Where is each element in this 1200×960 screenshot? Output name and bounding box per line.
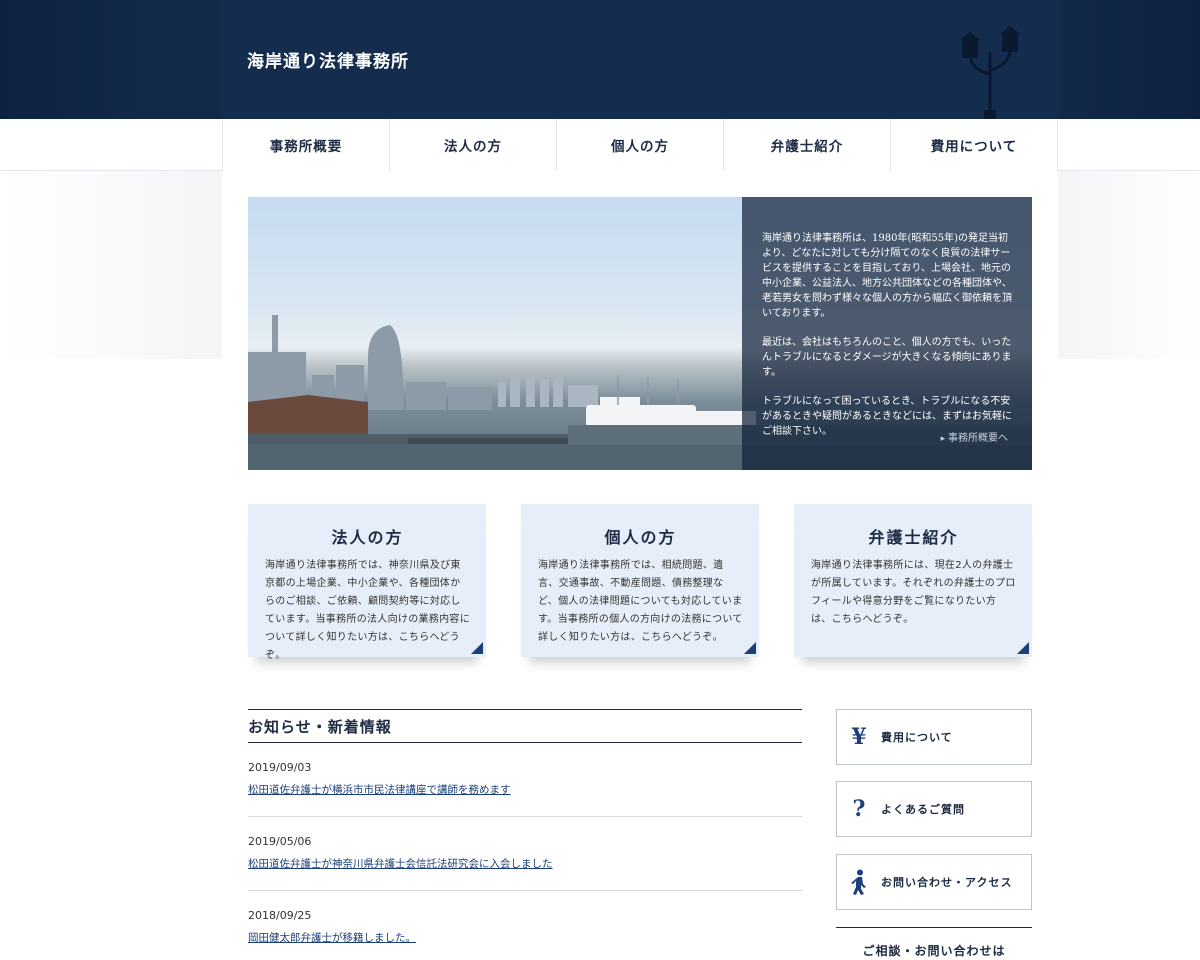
contact-access-label: お問い合わせ・アクセス <box>881 876 1013 889</box>
hero-message-panel: 海岸通り法律事務所は、1980年(昭和55年)の発足当初より、どなたに対しても分… <box>742 197 1032 470</box>
news-link[interactable]: 岡田健太郎弁護士が移籍しました。 <box>248 932 416 944</box>
news-item: 2018/09/25 岡田健太郎弁護士が移籍しました。 <box>248 891 802 960</box>
news-link[interactable]: 松田道佐弁護士が神奈川県弁護士会信託法研究会に入会しました <box>248 858 553 870</box>
hero-message: 海岸通り法律事務所は、1980年(昭和55年)の発足当初より、どなたに対しても分… <box>762 231 1012 439</box>
card-title: 法人の方 <box>331 528 404 547</box>
contact-heading: ご相談・お問い合わせは <box>836 927 1032 959</box>
hero-banner: 海岸通り法律事務所は、1980年(昭和55年)の発足当初より、どなたに対しても分… <box>248 197 1032 470</box>
question-icon: ? <box>852 796 866 822</box>
nav-item-fees[interactable]: 費用について <box>891 119 1057 171</box>
news-date: 2019/09/03 <box>248 761 312 774</box>
corner-arrow-icon <box>471 642 483 654</box>
corner-arrow-icon <box>1017 642 1029 654</box>
news-section: お知らせ・新着情報 2019/09/03 松田道佐弁護士が横浜市市民法律講座で講… <box>248 709 802 960</box>
nav-item-corporate[interactable]: 法人の方 <box>390 119 557 171</box>
nav-item-lawyers[interactable]: 弁護士紹介 <box>724 119 891 171</box>
site-title[interactable]: 海岸通り法律事務所 <box>247 47 409 72</box>
card-body: 海岸通り法律事務所では、神奈川県及び東京都の上場企業、中小企業や、各種団体からの… <box>265 560 470 661</box>
faq-button-label: よくあるご質問 <box>881 803 965 816</box>
about-link[interactable]: 事務所概要へ <box>941 429 1008 444</box>
walking-person-icon <box>837 869 881 895</box>
card-corporate[interactable]: 法人の方 海岸通り法律事務所では、神奈川県及び東京都の上場企業、中小企業や、各種… <box>248 504 486 661</box>
yen-icon: ¥ <box>851 724 867 750</box>
nav-item-about[interactable]: 事務所概要 <box>223 119 390 171</box>
hero-paragraph: 最近は、会社はもちろんのこと、個人の方でも、いったんトラブルになるとダメージが大… <box>762 337 1012 378</box>
nav-item-individual[interactable]: 個人の方 <box>557 119 724 171</box>
global-nav: 事務所概要 法人の方 個人の方 弁護士紹介 費用について <box>222 119 1058 171</box>
news-date: 2019/05/06 <box>248 835 312 848</box>
card-lawyers[interactable]: 弁護士紹介 海岸通り法律事務所には、現在2人の弁護士が所属しています。それぞれの… <box>794 504 1032 657</box>
card-title: 弁護士紹介 <box>868 528 959 547</box>
hero-paragraph: 海岸通り法律事務所は、1980年(昭和55年)の発足当初より、どなたに対しても分… <box>762 233 1012 319</box>
news-item: 2019/05/06 松田道佐弁護士が神奈川県弁護士会信託法研究会に入会しました <box>248 817 802 891</box>
fees-button-label: 費用について <box>881 731 953 744</box>
header-inner: 海岸通り法律事務所 <box>222 0 1058 119</box>
news-link[interactable]: 松田道佐弁護士が横浜市市民法律講座で講師を務めます <box>248 784 511 796</box>
fees-button[interactable]: ¥ 費用について <box>836 709 1032 765</box>
news-date: 2018/09/25 <box>248 909 312 922</box>
card-body: 海岸通り法律事務所では、相続問題、遺言、交通事故、不動産問題、債務整理など、個人… <box>538 560 743 643</box>
street-lamp-icon <box>960 26 1020 119</box>
card-title: 個人の方 <box>604 528 677 547</box>
card-individual[interactable]: 個人の方 海岸通り法律事務所では、相続問題、遺言、交通事故、不動産問題、債務整理… <box>521 504 759 657</box>
card-body: 海岸通り法律事務所には、現在2人の弁護士が所属しています。それぞれの弁護士のプロ… <box>811 560 1016 625</box>
contact-access-button[interactable]: お問い合わせ・アクセス <box>836 854 1032 910</box>
corner-arrow-icon <box>744 642 756 654</box>
news-heading: お知らせ・新着情報 <box>248 709 802 743</box>
header-bar: 海岸通り法律事務所 <box>0 0 1200 119</box>
faq-button[interactable]: ? よくあるご質問 <box>836 781 1032 837</box>
news-item: 2019/09/03 松田道佐弁護士が横浜市市民法律講座で講師を務めます <box>248 743 802 817</box>
